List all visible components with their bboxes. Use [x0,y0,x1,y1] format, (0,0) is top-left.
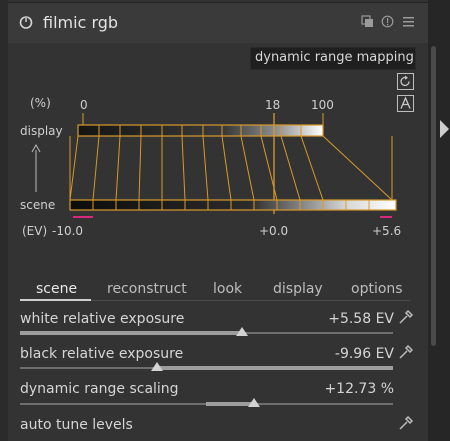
white-exposure-thumb[interactable] [236,327,248,336]
black-exposure-fill [157,366,393,370]
color-picker-icon[interactable] [398,344,414,364]
dynamic-range-scaling-value: +12.73 % [324,381,394,397]
scrollbar[interactable] [431,46,436,346]
expand-arrow-icon[interactable] [440,120,449,138]
auto-tune-label[interactable]: auto tune levels [20,417,133,433]
dynamic-range-scaling-thumb[interactable] [248,398,260,407]
tab-reconstruct[interactable]: reconstruct [107,281,187,297]
active-tab-indicator [20,299,91,301]
white-exposure-label: white relative exposure [20,311,185,327]
dynamic-range-scaling-label: dynamic range scaling [20,381,179,397]
color-picker-icon[interactable] [398,309,414,329]
dynamic-range-scaling-fill [206,402,254,406]
tab-scene[interactable]: scene [36,281,77,297]
dynamic-range-graph [31,113,397,218]
tab-look[interactable]: look [213,281,242,297]
color-picker-icon[interactable] [398,415,414,435]
black-exposure-label: black relative exposure [20,346,184,362]
white-exposure-value: +5.58 EV [328,311,394,327]
white-exposure-fill [20,331,242,335]
tab-options[interactable]: options [351,281,403,297]
black-exposure-value: -9.96 EV [334,346,394,362]
tab-display[interactable]: display [273,281,323,297]
black-exposure-thumb[interactable] [151,362,163,371]
